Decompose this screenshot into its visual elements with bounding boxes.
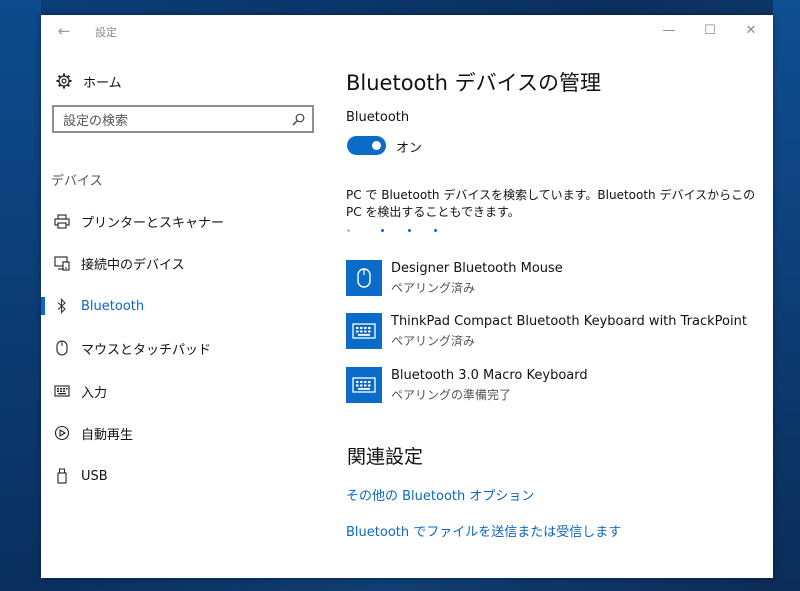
minimize-button[interactable]: — [652,19,686,43]
printer-icon [53,212,71,230]
device-item[interactable]: Designer Bluetooth Mouse ペアリング済み [346,260,766,298]
autoplay-icon [53,424,71,442]
device-status: ペアリングの準備完了 [391,388,512,402]
toggle-knob [372,141,381,150]
device-status: ペアリング済み [391,281,476,295]
settings-window: ← 設定 — ☐ ✕ ホーム 設定の検索 デバイス プリンターとスキャナー 接続… [41,15,773,578]
usb-icon [53,467,71,485]
section-heading-devices: デバイス [51,174,103,189]
more-bluetooth-options-link[interactable]: その他の Bluetooth オプション [346,485,534,504]
related-settings-heading: 関連設定 [347,446,424,468]
device-name: Bluetooth 3.0 Macro Keyboard [391,368,588,383]
back-arrow-icon: ← [57,22,71,40]
device-item[interactable]: ThinkPad Compact Bluetooth Keyboard with… [346,313,766,351]
device-item[interactable]: Bluetooth 3.0 Macro Keyboard ペアリングの準備完了 [346,367,766,405]
keyboard-icon [346,313,382,349]
sidebar-item-connected-devices[interactable]: 接続中のデバイス [41,246,331,280]
bluetooth-icon [53,297,71,315]
sidebar-item-label: プリンターとスキャナー [81,215,225,231]
sidebar: ホーム 設定の検索 デバイス プリンターとスキャナー 接続中のデバイス Blue… [41,47,331,578]
discovery-description: PC で Bluetooth デバイスを検索しています。Bluetooth デバ… [346,188,756,219]
progress-dot [408,229,411,232]
device-name: ThinkPad Compact Bluetooth Keyboard with… [391,314,747,329]
search-icon[interactable] [288,109,308,129]
sidebar-item-usb[interactable]: USB [41,459,331,493]
window-title: 設定 [95,26,117,39]
device-status: ペアリング済み [391,334,476,348]
send-receive-files-link[interactable]: Bluetooth でファイルを送信または受信します [346,521,621,540]
maximize-icon: ☐ [704,23,716,38]
mouse-icon [346,260,382,296]
home-label: ホーム [83,75,122,91]
sidebar-item-printers[interactable]: プリンターとスキャナー [41,204,331,238]
keyboard-icon [53,382,71,400]
sidebar-item-mouse-touchpad[interactable]: マウスとタッチパッド [41,331,331,365]
desktop-light-ray [773,0,800,591]
maximize-button[interactable]: ☐ [693,19,727,43]
connected-devices-icon [53,254,71,272]
keyboard-icon [346,367,382,403]
sidebar-item-label: USB [81,468,108,484]
sidebar-item-label: マウスとタッチパッド [81,342,212,358]
active-item-indicator [41,297,45,315]
sidebar-item-bluetooth[interactable]: Bluetooth [41,289,331,323]
sidebar-item-label: 入力 [81,385,108,401]
main-content: Bluetooth デバイスの管理 Bluetooth オン PC で Blue… [346,47,766,578]
progress-dot [381,229,384,232]
page-title: Bluetooth デバイスの管理 [346,71,601,95]
sidebar-item-label: 自動再生 [81,427,134,443]
bluetooth-setting-label: Bluetooth [346,110,410,125]
settings-search-input[interactable]: 設定の検索 [52,105,314,133]
sidebar-item-input[interactable]: 入力 [41,374,331,408]
search-placeholder: 設定の検索 [63,113,129,129]
bluetooth-toggle[interactable] [347,136,386,155]
device-name: Designer Bluetooth Mouse [391,261,563,276]
sidebar-item-autoplay[interactable]: 自動再生 [41,416,331,450]
gear-icon [55,72,73,90]
minimize-icon: — [662,23,676,38]
desktop-light-ray [0,0,41,591]
sidebar-item-label: 接続中のデバイス [81,257,185,273]
close-icon: ✕ [745,23,757,38]
progress-dot [434,229,437,232]
back-button[interactable]: ← [53,21,75,41]
title-bar: ← 設定 — ☐ ✕ [41,15,773,47]
toggle-state-label: オン [396,141,423,156]
sidebar-item-label: Bluetooth [81,298,145,314]
close-button[interactable]: ✕ [734,19,768,43]
home-nav-item[interactable]: ホーム [55,69,122,93]
progress-dot [347,229,350,232]
mouse-icon [53,339,71,357]
